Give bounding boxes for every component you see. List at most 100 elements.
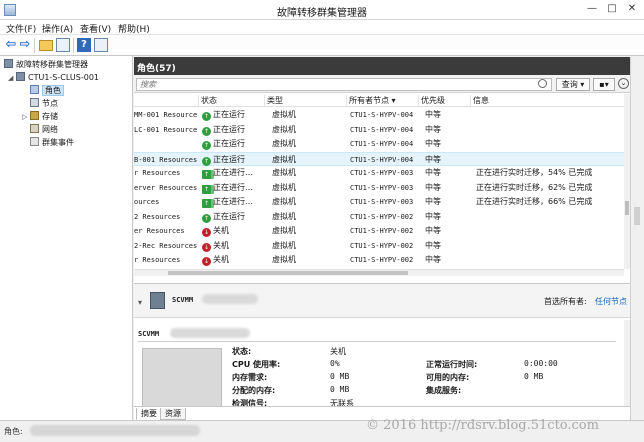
table-row[interactable]: 2 Resources ↑ 正在运行 虚拟机 CTU1-S-HYPV-002 中等 xyxy=(134,210,624,225)
menu-view[interactable]: 查看(V) xyxy=(80,22,111,35)
heartbeat-value: 无联系 xyxy=(330,399,354,406)
tree-item-nodes[interactable]: 节点 xyxy=(30,98,58,110)
sort-down-icon: ▾ xyxy=(391,96,396,105)
minimize-button[interactable]: — xyxy=(584,2,600,16)
tab-summary[interactable]: 摘要 xyxy=(136,408,162,420)
role-priority: 中等 xyxy=(425,124,441,134)
role-name: erver Resources xyxy=(134,183,198,192)
search-icon[interactable] xyxy=(538,79,547,88)
assigned-memory-label: 分配的内存: xyxy=(232,386,276,395)
help-icon[interactable]: ? xyxy=(77,38,91,52)
actions-pane-collapsed xyxy=(630,57,644,420)
detail-header: ▾ SCVMM 首选所有者: 任何节点 xyxy=(134,284,630,318)
tree-item-cluster-events[interactable]: 群集事件 xyxy=(30,137,74,149)
role-status: ↑ 正在进行… xyxy=(202,168,253,179)
migrating-icon: ↑ xyxy=(202,170,211,179)
cpu-usage-value: 0% xyxy=(330,359,340,368)
column-owner-node[interactable]: 所有者节点 ▾ xyxy=(346,95,418,106)
forward-arrow-icon[interactable]: ⇨ xyxy=(18,38,32,52)
menu-action[interactable]: 操作(A) xyxy=(42,22,73,35)
role-status: ↑ 正在运行 xyxy=(202,211,245,223)
preferred-owners-label: 首选所有者: xyxy=(544,297,587,306)
tree-item-storage[interactable]: ▷ 存储 xyxy=(22,111,58,123)
roles-horizontal-scrollbar[interactable] xyxy=(134,269,624,276)
collapse-caret-icon[interactable]: ▾ xyxy=(138,298,142,307)
role-priority: 中等 xyxy=(425,139,441,148)
role-status: ↑ 正在运行 xyxy=(202,110,245,121)
tree-item-networks[interactable]: 网络 xyxy=(30,124,58,136)
available-memory-label: 可用的内存: xyxy=(426,373,470,382)
tree-root[interactable]: 故障转移群集管理器 xyxy=(4,59,88,71)
table-row[interactable]: LC-001 Resources ↑ 正在运行 虚拟机 CTU1-S-HYPV-004 中… xyxy=(134,123,624,138)
role-owner-node: CTU1-S-HYPV-003 xyxy=(350,169,414,177)
table-row[interactable]: r Resources ↑ 正在进行… 虚拟机 CTU1-S-HYPV-003 中等 正在进… xyxy=(134,166,624,181)
toolbar: ⇦ ⇨ ? xyxy=(0,35,644,56)
uptime-label: 正常运行时间: xyxy=(426,360,478,369)
role-owner-node: CTU1-S-HYPV-004 xyxy=(350,155,414,164)
toolbar-separator xyxy=(73,38,74,53)
table-row[interactable]: er Resources ↓ 关机 虚拟机 CTU1-S-HYPV-002 中等 xyxy=(134,224,624,239)
roles-icon xyxy=(30,85,39,94)
table-row[interactable]: ↑ 正在运行 虚拟机 CTU1-S-HYPV-004 中等 xyxy=(134,137,624,152)
table-row[interactable]: erver Resources ↑ 正在进行… 虚拟机 CTU1-S-HYPV-003 中… xyxy=(134,181,624,196)
tree-item-roles[interactable]: 角色 xyxy=(30,85,64,97)
tab-resources[interactable]: 资源 xyxy=(160,408,186,420)
available-memory-value: 0 MB xyxy=(524,372,544,381)
tree-cluster[interactable]: ◢ CTU1-S-CLUS-001 xyxy=(8,72,99,84)
splitter-grip[interactable] xyxy=(634,207,640,225)
role-type: 虚拟机 xyxy=(272,182,296,192)
any-node-link[interactable]: 任何节点 xyxy=(595,296,627,307)
role-type: 虚拟机 xyxy=(272,226,296,235)
nodes-icon xyxy=(30,98,39,107)
role-name: 2 Resources xyxy=(134,212,181,221)
role-type: 虚拟机 xyxy=(272,110,296,119)
column-information[interactable]: 信息 xyxy=(470,95,624,106)
back-arrow-icon[interactable]: ⇦ xyxy=(4,38,18,52)
role-name: r Resources xyxy=(134,256,181,264)
collapse-chevron-icon[interactable]: ⌄ xyxy=(618,78,629,89)
roles-pane: 角色(57) 查询 ▾ ▪▾ ⌄ 状态 类型 所有者节点 ▾ 优先级 信息 MM… xyxy=(134,57,630,283)
menu-file[interactable]: 文件(F) xyxy=(6,22,36,35)
table-row[interactable]: r Resources ↓ 关机 虚拟机 CTU1-S-HYPV-002 中等 xyxy=(134,253,624,268)
role-type: 虚拟机 xyxy=(272,197,296,206)
role-priority: 中等 xyxy=(425,182,441,192)
table-row[interactable]: ources ↑ 正在进行… 虚拟机 CTU1-S-HYPV-003 中等 正在进行实时迁移… xyxy=(134,195,624,210)
save-query-button[interactable]: ▪▾ xyxy=(593,78,615,91)
table-row[interactable]: MM-001 Resources ↑ 正在运行 虚拟机 CTU1-S-HYPV-004 中… xyxy=(134,108,624,123)
expanded-arrow-icon[interactable]: ◢ xyxy=(8,72,16,84)
scroll-thumb[interactable] xyxy=(625,201,629,215)
scroll-thumb[interactable] xyxy=(168,271,408,275)
role-type: 虚拟机 xyxy=(272,255,296,264)
maximize-button[interactable]: □ xyxy=(604,2,620,16)
storage-icon xyxy=(30,111,39,120)
action-pane-icon[interactable] xyxy=(94,38,108,52)
navigation-tree: 故障转移群集管理器 ◢ CTU1-S-CLUS-001 角色 节点 ▷ 存储 网络 … xyxy=(0,56,133,420)
column-type[interactable]: 类型 xyxy=(264,95,346,106)
stopped-icon: ↓ xyxy=(202,242,211,252)
detail-title: SCVMM xyxy=(138,330,160,338)
table-row[interactable]: 2-Rec Resources ↓ 关机 虚拟机 CTU1-S-HYPV-002 中等 xyxy=(134,239,624,254)
menu-help[interactable]: 帮助(H) xyxy=(118,22,150,35)
column-priority[interactable]: 优先级 xyxy=(418,95,470,106)
table-row[interactable]: B-001 Resources ↑ 正在运行 虚拟机 CTU1-S-HYPV-004 中等 xyxy=(134,151,624,166)
running-icon: ↑ xyxy=(202,141,211,150)
collapsed-arrow-icon[interactable]: ▷ xyxy=(22,111,30,123)
role-priority: 中等 xyxy=(425,197,441,206)
role-type: 虚拟机 xyxy=(272,139,296,148)
virtual-machine-icon xyxy=(150,292,165,309)
running-icon: ↑ xyxy=(202,126,211,136)
folder-up-icon[interactable] xyxy=(39,40,53,51)
query-button[interactable]: 查询 ▾ xyxy=(556,78,590,91)
column-status[interactable]: 状态 xyxy=(198,95,264,106)
redacted-text xyxy=(202,294,258,304)
close-button[interactable]: ✕ xyxy=(624,2,640,16)
console-tree-icon[interactable] xyxy=(56,38,70,52)
toolbar-separator xyxy=(34,38,35,53)
search-input[interactable] xyxy=(136,78,552,91)
role-owner-node: CTU1-S-HYPV-003 xyxy=(350,183,414,192)
cluster-manager-icon xyxy=(4,59,13,68)
redacted-status xyxy=(30,425,200,436)
role-status: ↑ 正在进行… xyxy=(202,182,253,194)
role-owner-node: CTU1-S-HYPV-004 xyxy=(350,125,414,134)
roles-grid-header: 状态 类型 所有者节点 ▾ 优先级 信息 xyxy=(134,94,624,107)
